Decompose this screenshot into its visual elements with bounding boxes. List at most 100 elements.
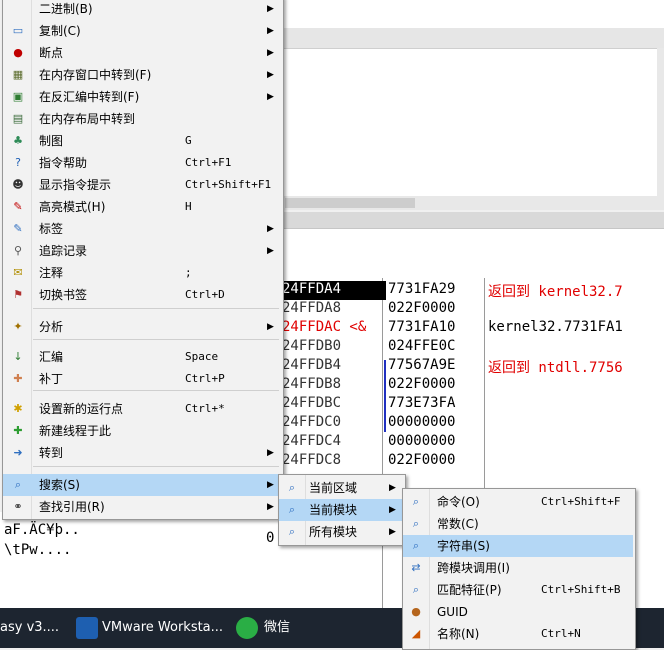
stack-row[interactable]: 24FFDA4 7731FA29 返回到 kernel32.7: [280, 281, 664, 300]
menu-item-label: 命令(O): [437, 495, 480, 509]
context-menu-item-13[interactable]: ⚑ 切换书签 Ctrl+D: [3, 284, 283, 306]
taskbar-item-vmware[interactable]: VMware Worksta...: [102, 608, 223, 648]
context-menu-item-4[interactable]: ▣ 在反汇编中转到(F) ▶: [3, 86, 283, 108]
stack-address: 24FFDAC <&: [282, 319, 367, 335]
stack-value: 022F0000: [388, 452, 456, 468]
taskbar-item-wechat[interactable]: 微信: [264, 608, 290, 648]
context-menu-item-15[interactable]: ↓ 汇编 Space: [3, 346, 283, 368]
memory-icon: ▦: [12, 68, 24, 81]
context-menu-item-3[interactable]: ▦ 在内存窗口中转到(F) ▶: [3, 64, 283, 86]
menu-item-shortcut: G: [185, 134, 192, 147]
menu-item-label: 跨模块调用(I): [437, 561, 510, 575]
submenu-arrow-icon: ▶: [267, 322, 274, 332]
intermodular-icon: ⇄: [411, 561, 421, 574]
stack-address: 24FFDB8: [282, 376, 342, 392]
analyze-icon: ✦: [13, 320, 23, 333]
dump-line: aF.ÄC¥þ..: [4, 522, 80, 538]
module-submenu-item-3[interactable]: ⇄ 跨模块调用(I): [403, 557, 633, 579]
stack-row[interactable]: 24FFDC0 00000000: [280, 414, 664, 433]
search-module-icon: ⌕: [288, 503, 296, 516]
module-submenu-item-6[interactable]: ◢ 名称(N) Ctrl+N: [403, 623, 633, 645]
taskbar-item-app[interactable]: asy v3....: [0, 608, 59, 648]
menu-item-label: 制图: [39, 134, 64, 148]
menu-separator: [33, 466, 279, 467]
context-menu-item-6[interactable]: ♣ 制图 G: [3, 130, 283, 152]
submenu-arrow-icon: ▶: [389, 505, 396, 515]
stack-row[interactable]: 24FFDC8 022F0000: [280, 452, 664, 471]
module-submenu-item-1[interactable]: ⌕ 常数(C): [403, 513, 633, 535]
menu-item-label: 分析: [39, 320, 64, 334]
context-menu-item-1[interactable]: ▭ 复制(C) ▶: [3, 20, 283, 42]
binary-icon: [11, 2, 25, 16]
hscroll-thumb[interactable]: [285, 198, 415, 208]
context-menu-item-21[interactable]: ⚭ 查找引用(R) ▶: [3, 496, 283, 518]
stack-address: 24FFDC0: [282, 414, 342, 430]
stack-row[interactable]: 24FFDAC <& 7731FA10 kernel32.7731FA1: [280, 319, 664, 338]
submenu-arrow-icon: ▶: [389, 483, 396, 493]
stack-row[interactable]: 24FFDB8 022F0000: [280, 376, 664, 395]
menu-item-label: 汇编: [39, 350, 64, 364]
hint-icon: ☻: [12, 178, 24, 191]
menu-item-label: 补丁: [39, 372, 64, 386]
menu-item-label: 在内存窗口中转到(F): [39, 68, 152, 82]
breakpoint-icon: ●: [13, 46, 23, 59]
context-menu-item-10[interactable]: ✎ 标签 ▶: [3, 218, 283, 240]
menu-item-label: 当前区域: [309, 481, 358, 495]
stack-row[interactable]: 24FFDA8 022F0000: [280, 300, 664, 319]
module-submenu-item-2[interactable]: ⌕ 字符串(S): [403, 535, 633, 557]
context-menu-item-11[interactable]: ⚲ 追踪记录 ▶: [3, 240, 283, 262]
context-menu-item-20[interactable]: ⌕ 搜索(S) ▶: [3, 474, 283, 496]
context-menu-item-16[interactable]: ✚ 补丁 Ctrl+P: [3, 368, 283, 390]
info-pane-vscroll[interactable]: [657, 48, 664, 198]
stack-row[interactable]: 24FFDB4 77567A9E 返回到 ntdll.7756: [280, 357, 664, 376]
context-menu-item-17[interactable]: ✱ 设置新的运行点 Ctrl+*: [3, 398, 283, 420]
context-menu-item-8[interactable]: ☻ 显示指令提示 Ctrl+Shift+F1: [3, 174, 283, 196]
context-menu-item-12[interactable]: ✉ 注释;: [3, 262, 283, 284]
names-icon: ◢: [411, 627, 421, 640]
module-submenu-item-5[interactable]: ● GUID: [403, 601, 633, 623]
references-icon: ⚭: [13, 500, 23, 513]
context-menu-item-0[interactable]: 二进制(B) ▶: [3, 0, 283, 20]
search-submenu-item-2[interactable]: ⌕ 所有模块 ▶: [279, 521, 405, 543]
memory-map-icon: ▤: [12, 112, 24, 125]
dump-pane[interactable]: aF.ÄC¥þ.. \tPw.... 0: [0, 512, 280, 608]
stack-address: 24FFDB4: [282, 357, 342, 373]
menu-item-label: 高亮模式(H): [39, 200, 106, 214]
submenu-arrow-icon: ▶: [267, 26, 274, 36]
patch-icon: ✚: [13, 372, 23, 385]
highlight-icon: ✎: [13, 200, 23, 213]
context-menu-item-9[interactable]: ✎ 高亮模式(H) H: [3, 196, 283, 218]
search-submenu-item-1[interactable]: ⌕ 当前模块 ▶: [279, 499, 405, 521]
stack-row[interactable]: 24FFDBC 773E73FA: [280, 395, 664, 414]
stack-row[interactable]: 24FFDC4 00000000: [280, 433, 664, 452]
info-pane-hscroll[interactable]: [281, 196, 664, 210]
context-menu-item-18[interactable]: ✚ 新建线程于此: [3, 420, 283, 442]
stack-row[interactable]: 24FFDB0 024FFE0C: [280, 338, 664, 357]
submenu-arrow-icon: ▶: [267, 70, 274, 80]
search-submenu-item-0[interactable]: ⌕ 当前区域 ▶: [279, 477, 405, 499]
stack-comment: 返回到 ntdll.7756: [488, 360, 623, 376]
menu-item-label: 搜索(S): [39, 478, 80, 492]
info-pane-header: [281, 28, 664, 49]
context-menu-item-2[interactable]: ● 断点 ▶: [3, 42, 283, 64]
module-submenu-item-0[interactable]: ⌕ 命令(O) Ctrl+Shift+F: [403, 491, 633, 513]
menu-item-label: GUID: [437, 605, 468, 619]
menu-item-label: 标签: [39, 222, 64, 236]
taskbar-label: VMware Worksta...: [102, 620, 224, 635]
search-icon: ⌕: [14, 478, 22, 491]
dump-cell: 0: [266, 530, 275, 546]
module-submenu-item-4[interactable]: ⌕ 匹配特征(P) Ctrl+Shift+B: [403, 579, 633, 601]
stack-value: 022F0000: [388, 376, 456, 392]
context-menu-item-19[interactable]: ➜ 转到 ▶: [3, 442, 283, 464]
context-menu-item-14[interactable]: ✦ 分析 ▶: [3, 316, 283, 338]
submenu-arrow-icon: ▶: [267, 502, 274, 512]
stack-address: 24FFDBC: [282, 395, 342, 411]
stack-value: 77567A9E: [388, 357, 456, 373]
context-menu-item-7[interactable]: ? 指令帮助 Ctrl+F1: [3, 152, 283, 174]
stack-address: 24FFDC4: [282, 433, 342, 449]
context-menu-item-5[interactable]: ▤ 在内存布局中转到: [3, 108, 283, 130]
menu-item-shortcut: Ctrl+P: [185, 372, 225, 385]
label-icon: ✎: [13, 222, 23, 235]
menu-item-label: 字符串(S): [437, 539, 490, 553]
menu-item-label: 指令帮助: [39, 156, 88, 170]
